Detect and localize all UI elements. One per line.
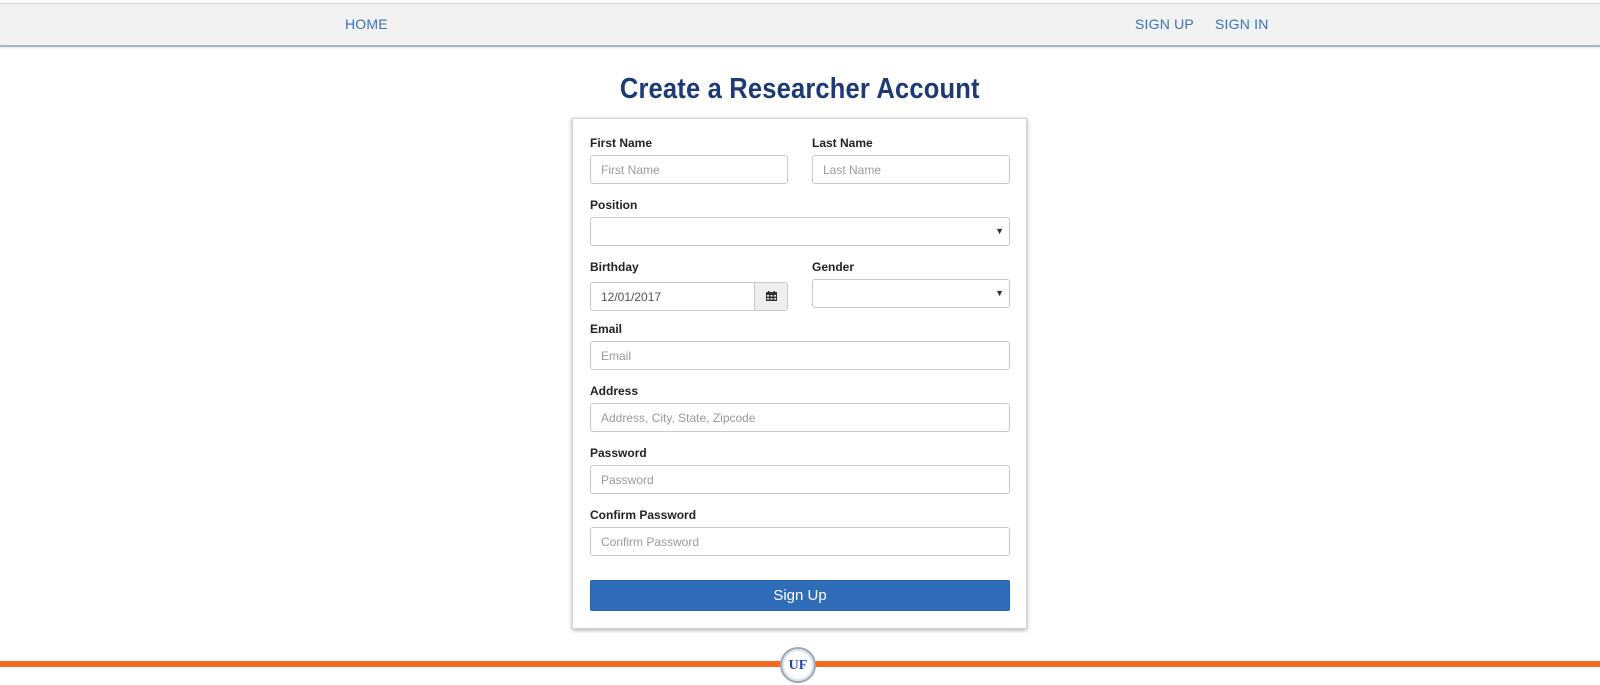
sign-up-button[interactable]: Sign Up xyxy=(590,580,1010,611)
uf-logo: UF xyxy=(780,647,816,683)
position-label: Position xyxy=(590,198,638,212)
first-name-label: First Name xyxy=(590,136,653,150)
email-input[interactable] xyxy=(590,341,1010,370)
birthday-label: Birthday xyxy=(590,260,639,274)
gender-label: Gender xyxy=(812,260,855,274)
uf-logo-text: UF xyxy=(788,658,808,673)
address-input[interactable] xyxy=(590,403,1010,432)
calendar-button[interactable] xyxy=(754,283,787,310)
gender-select[interactable]: ▼ xyxy=(812,279,1010,308)
position-select[interactable]: ▼ xyxy=(590,217,1010,246)
last-name-label: Last Name xyxy=(812,136,873,150)
signup-form-card: First Name Last Name Position ▼ Birthday… xyxy=(572,118,1027,629)
top-navbar: HOME SIGN UP SIGN IN xyxy=(0,3,1600,47)
page-title: Create a Researcher Account xyxy=(619,73,980,105)
confirm-password-input[interactable] xyxy=(590,527,1010,556)
nav-sign-up-link[interactable]: SIGN UP xyxy=(1135,16,1194,32)
email-label: Email xyxy=(590,322,623,336)
confirm-password-label: Confirm Password xyxy=(590,508,697,522)
chevron-down-icon: ▼ xyxy=(995,288,1004,298)
calendar-icon xyxy=(766,291,777,301)
birthday-value[interactable]: 12/01/2017 xyxy=(601,290,661,304)
address-label: Address xyxy=(590,384,639,398)
chevron-down-icon: ▼ xyxy=(995,226,1004,236)
last-name-input[interactable] xyxy=(812,155,1010,184)
nav-home-link[interactable]: HOME xyxy=(345,16,388,32)
nav-sign-in-link[interactable]: SIGN IN xyxy=(1215,16,1269,32)
first-name-input[interactable] xyxy=(590,155,788,184)
birthday-date-picker[interactable]: 12/01/2017 xyxy=(590,282,788,311)
password-input[interactable] xyxy=(590,465,1010,494)
password-label: Password xyxy=(590,446,647,460)
